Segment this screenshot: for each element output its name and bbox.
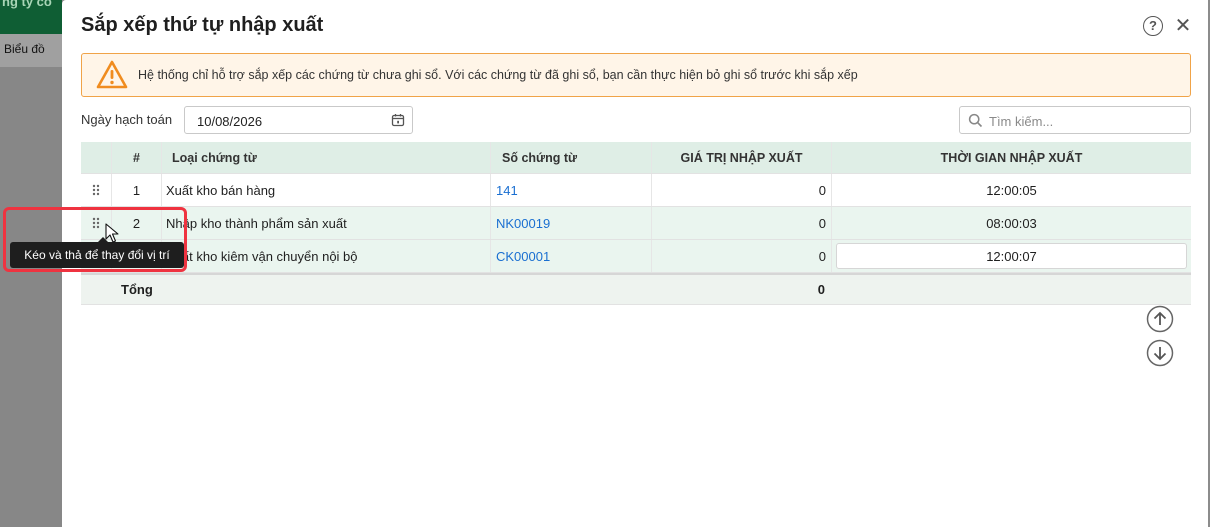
- row-value: 0: [652, 207, 832, 239]
- background-tab-label: Biểu đồ: [4, 42, 45, 56]
- row-voucher-type: Xuất kho kiêm vận chuyển nội bộ: [162, 240, 491, 272]
- reorder-dialog: Sắp xếp thứ tự nhập xuất ? ✕ Hệ thống ch…: [62, 0, 1208, 527]
- background-header-text: ng ty co: [2, 0, 52, 9]
- background-header: ng ty co: [0, 0, 62, 34]
- table-row[interactable]: 2 Nhập kho thành phẩm sản xuất NK00019 0…: [81, 207, 1191, 240]
- drag-tooltip: Kéo và thả để thay đổi vị trí: [10, 237, 184, 268]
- close-icon[interactable]: ✕: [1172, 15, 1194, 37]
- dialog-title: Sắp xếp thứ tự nhập xuất: [81, 14, 324, 36]
- warning-banner: Hệ thống chỉ hỗ trợ sắp xếp các chứng từ…: [81, 53, 1191, 97]
- header-drag-column: [81, 142, 112, 173]
- voucher-number-link[interactable]: CK00001: [496, 249, 550, 264]
- mouse-cursor-icon: [105, 223, 119, 243]
- row-value: 0: [652, 174, 832, 206]
- search-icon: [968, 113, 983, 128]
- drag-handle[interactable]: [81, 174, 112, 206]
- row-time[interactable]: 08:00:03: [832, 207, 1191, 239]
- header-voucher-number[interactable]: Số chứng từ: [491, 142, 652, 173]
- background-tab[interactable]: Biểu đồ: [0, 34, 62, 67]
- date-field[interactable]: 10/08/2026: [184, 106, 413, 134]
- row-voucher-number-cell: 141: [491, 174, 652, 206]
- voucher-number-link[interactable]: NK00019: [496, 216, 550, 231]
- footer-total-value: 0: [817, 282, 825, 297]
- header-time[interactable]: THỜI GIAN NHẬP XUẤT: [832, 142, 1191, 173]
- move-up-icon[interactable]: [1146, 305, 1174, 333]
- help-icon[interactable]: ?: [1143, 16, 1163, 36]
- date-value: 10/08/2026: [197, 114, 263, 129]
- search-placeholder: Tìm kiếm...: [989, 114, 1054, 129]
- voucher-number-link[interactable]: 141: [496, 183, 518, 198]
- drag-grip-icon[interactable]: [92, 217, 100, 229]
- row-time[interactable]: 12:00:05: [832, 174, 1191, 206]
- date-label: Ngày hạch toán: [81, 112, 173, 127]
- footer-total-label: Tổng: [121, 282, 153, 297]
- row-value: 0: [652, 240, 832, 272]
- drag-grip-icon[interactable]: [92, 184, 100, 196]
- warning-triangle-icon: [96, 60, 128, 89]
- table-row[interactable]: 1 Xuất kho bán hàng 141 0 12:00:05: [81, 174, 1191, 207]
- row-voucher-number-cell: NK00019: [491, 207, 652, 239]
- row-voucher-number-cell: CK00001: [491, 240, 652, 272]
- table-header-row: # Loại chứng từ Số chứng từ GIÁ TRỊ NHẬP…: [81, 142, 1191, 174]
- table-footer-row: Tổng 0: [81, 273, 1191, 305]
- table-row[interactable]: 3 Xuất kho kiêm vận chuyển nội bộ CK0000…: [81, 240, 1191, 273]
- header-value[interactable]: GIÁ TRỊ NHẬP XUẤT: [652, 142, 832, 173]
- warning-text: Hệ thống chỉ hỗ trợ sắp xếp các chứng từ…: [138, 68, 858, 82]
- search-field[interactable]: Tìm kiếm...: [959, 106, 1191, 134]
- row-voucher-type: Xuất kho bán hàng: [162, 174, 491, 206]
- calendar-icon[interactable]: [391, 113, 405, 127]
- time-input[interactable]: 12:00:07: [836, 243, 1187, 269]
- voucher-table: # Loại chứng từ Số chứng từ GIÁ TRỊ NHẬP…: [81, 142, 1191, 305]
- header-voucher-type[interactable]: Loại chứng từ: [162, 142, 491, 173]
- row-number: 1: [112, 174, 162, 206]
- header-number: #: [112, 142, 162, 173]
- row-voucher-type: Nhập kho thành phẩm sản xuất: [162, 207, 491, 239]
- row-time-cell: 12:00:07: [832, 240, 1191, 272]
- row-number: 2: [112, 207, 162, 239]
- move-down-icon[interactable]: [1146, 339, 1174, 367]
